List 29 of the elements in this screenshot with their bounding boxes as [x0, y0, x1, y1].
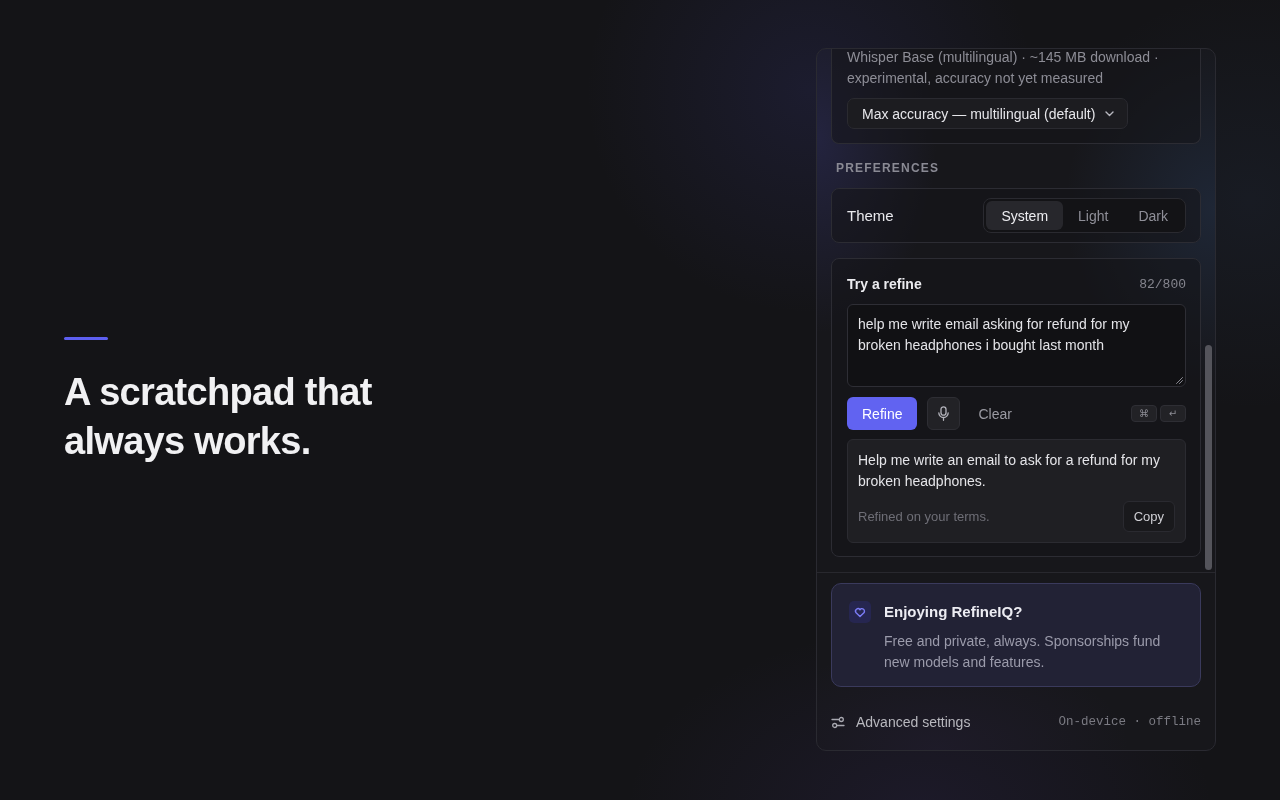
headline: A scratchpad that always works.	[64, 369, 373, 464]
scrollbar-thumb[interactable]	[1205, 345, 1212, 570]
status-text: On-device · offline	[1058, 715, 1201, 729]
resize-grip-icon[interactable]	[1176, 377, 1183, 384]
advanced-settings-button[interactable]: Advanced settings	[831, 714, 971, 730]
copy-button[interactable]: Copy	[1122, 501, 1175, 532]
prompt-input[interactable]: help me write email asking for refund for my broken headphones i bought last month	[847, 304, 1186, 387]
clear-button[interactable]: Clear	[968, 397, 1022, 430]
accent-line	[64, 336, 108, 340]
chevron-down-icon	[1105, 110, 1115, 117]
theme-option[interactable]: System	[986, 201, 1064, 230]
refined-note: Refined on your terms.	[858, 509, 990, 524]
shortcut-key: ↵	[1160, 405, 1186, 422]
model-description: Whisper Base (multilingual) · ~145 MB download · experimental, accuracy not yet measured	[847, 49, 1160, 88]
sponsor-title: Enjoying RefineIQ?	[884, 602, 1024, 622]
microphone-button[interactable]	[927, 397, 961, 430]
refine-title: Try a refine	[847, 276, 922, 292]
refine-button[interactable]: Refine	[847, 397, 918, 430]
model-dropdown[interactable]: Max accuracy — multilingual (default)	[847, 98, 1129, 129]
section-heading: PREFERENCES	[836, 160, 941, 176]
theme-option[interactable]: Dark	[1123, 201, 1183, 230]
theme-label: Theme	[847, 207, 894, 224]
theme-option[interactable]: Light	[1063, 201, 1124, 230]
refined-text: Help me write an email to ask for a refund for my broken headphones.	[858, 451, 1161, 491]
microphone-icon	[938, 406, 950, 421]
sliders-icon	[831, 715, 845, 729]
shortcut-key: ⌘	[1131, 405, 1157, 422]
character-counter: 82/800	[1139, 276, 1186, 292]
sponsor-text: Free and private, always. Sponsorships fund new models and features.	[884, 632, 1162, 672]
